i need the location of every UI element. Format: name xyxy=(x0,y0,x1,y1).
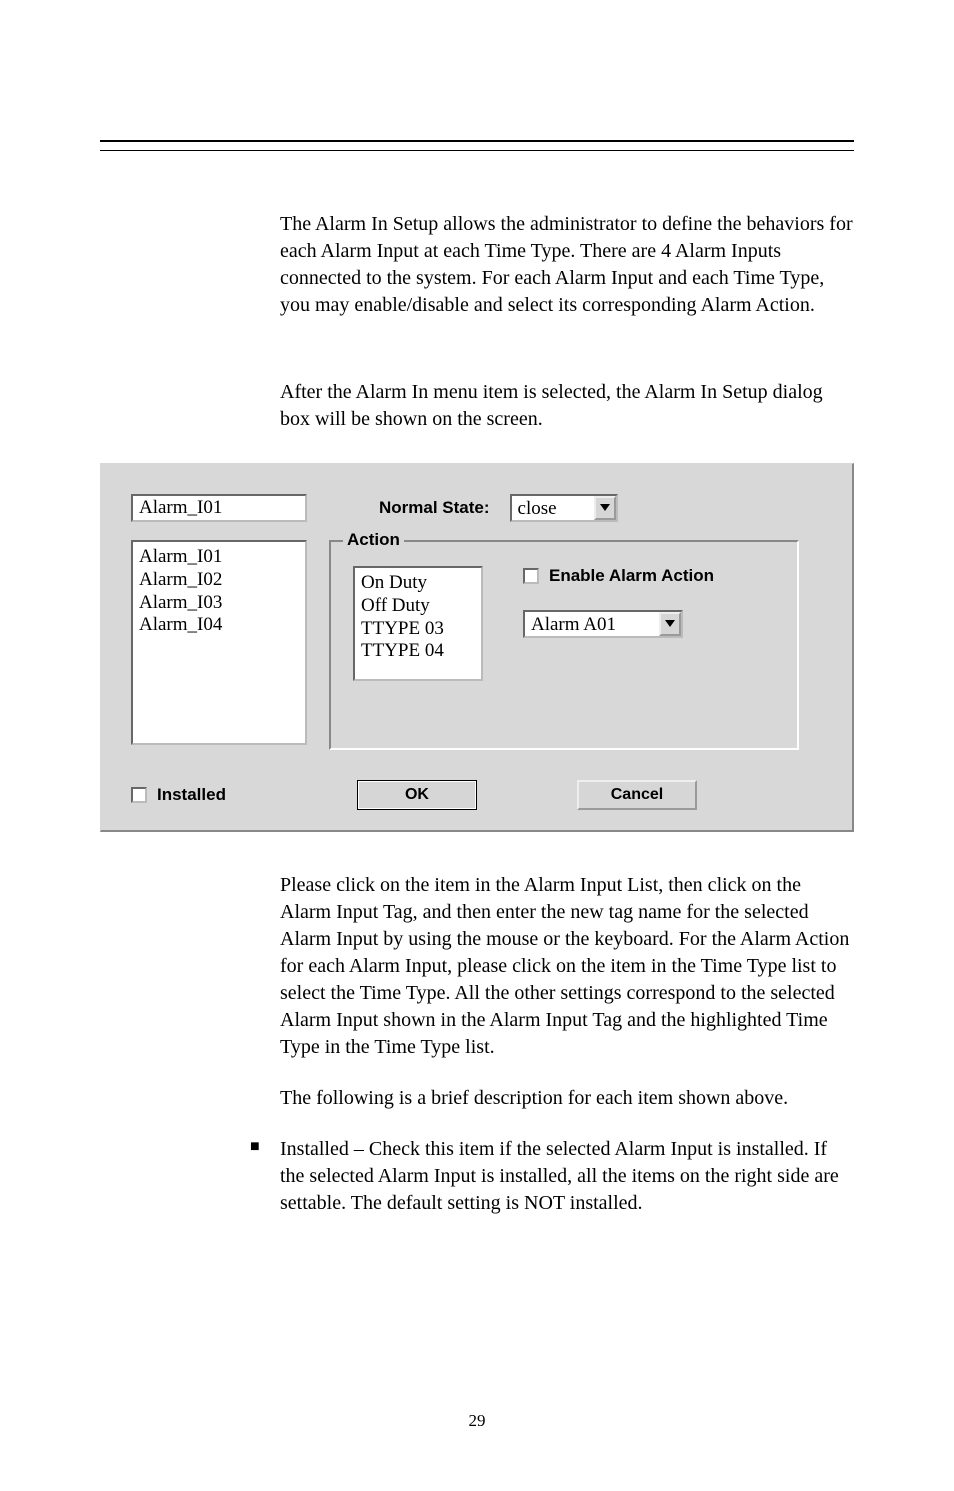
thick-rule-top xyxy=(100,140,854,142)
list-item[interactable]: Alarm_I03 xyxy=(139,592,299,615)
list-item[interactable]: TTYPE 03 xyxy=(361,618,475,641)
enable-alarm-action-label: Enable Alarm Action xyxy=(549,566,714,586)
list-item[interactable]: Alarm_I02 xyxy=(139,569,299,592)
list-item[interactable]: TTYPE 04 xyxy=(361,640,475,663)
bullet-installed: ■ Installed – Check this item if the sel… xyxy=(250,1136,854,1217)
please-click-paragraph: Please click on the item in the Alarm In… xyxy=(280,872,854,1061)
chevron-down-icon[interactable] xyxy=(594,496,616,520)
intro-paragraph: The Alarm In Setup allows the administra… xyxy=(280,211,854,319)
chevron-down-icon[interactable] xyxy=(659,612,681,636)
alarm-input-tag-field[interactable] xyxy=(131,494,307,522)
bullet-marker-icon: ■ xyxy=(250,1136,280,1217)
after-select-paragraph: After the Alarm In menu item is selected… xyxy=(280,379,854,433)
installed-checkbox[interactable] xyxy=(131,787,147,803)
normal-state-value: close xyxy=(512,496,594,520)
normal-state-select[interactable]: close xyxy=(510,494,618,522)
list-item[interactable]: Alarm_I01 xyxy=(139,546,299,569)
bullet-installed-text: Installed – Check this item if the selec… xyxy=(280,1136,854,1217)
alarm-in-setup-dialog: Normal State: close Alarm_I01 Alarm_I02 … xyxy=(100,463,854,832)
cancel-button[interactable]: Cancel xyxy=(577,780,697,810)
alarm-action-value: Alarm A01 xyxy=(525,612,659,636)
alarm-input-list[interactable]: Alarm_I01 Alarm_I02 Alarm_I03 Alarm_I04 xyxy=(131,540,307,745)
list-item[interactable]: Off Duty xyxy=(361,595,475,618)
time-type-list[interactable]: On Duty Off Duty TTYPE 03 TTYPE 04 xyxy=(353,566,483,681)
thin-rule xyxy=(100,150,854,151)
following-paragraph: The following is a brief description for… xyxy=(280,1085,854,1112)
action-groupbox: Action On Duty Off Duty TTYPE 03 TTYPE 0… xyxy=(329,540,799,750)
list-item[interactable]: On Duty xyxy=(361,572,475,595)
normal-state-label: Normal State: xyxy=(379,498,490,518)
action-legend: Action xyxy=(343,530,404,550)
installed-label: Installed xyxy=(157,785,226,805)
enable-alarm-action-checkbox[interactable] xyxy=(523,568,539,584)
ok-button[interactable]: OK xyxy=(357,780,477,810)
list-item[interactable]: Alarm_I04 xyxy=(139,614,299,637)
alarm-action-select[interactable]: Alarm A01 xyxy=(523,610,683,638)
page-number: 29 xyxy=(0,1411,954,1431)
